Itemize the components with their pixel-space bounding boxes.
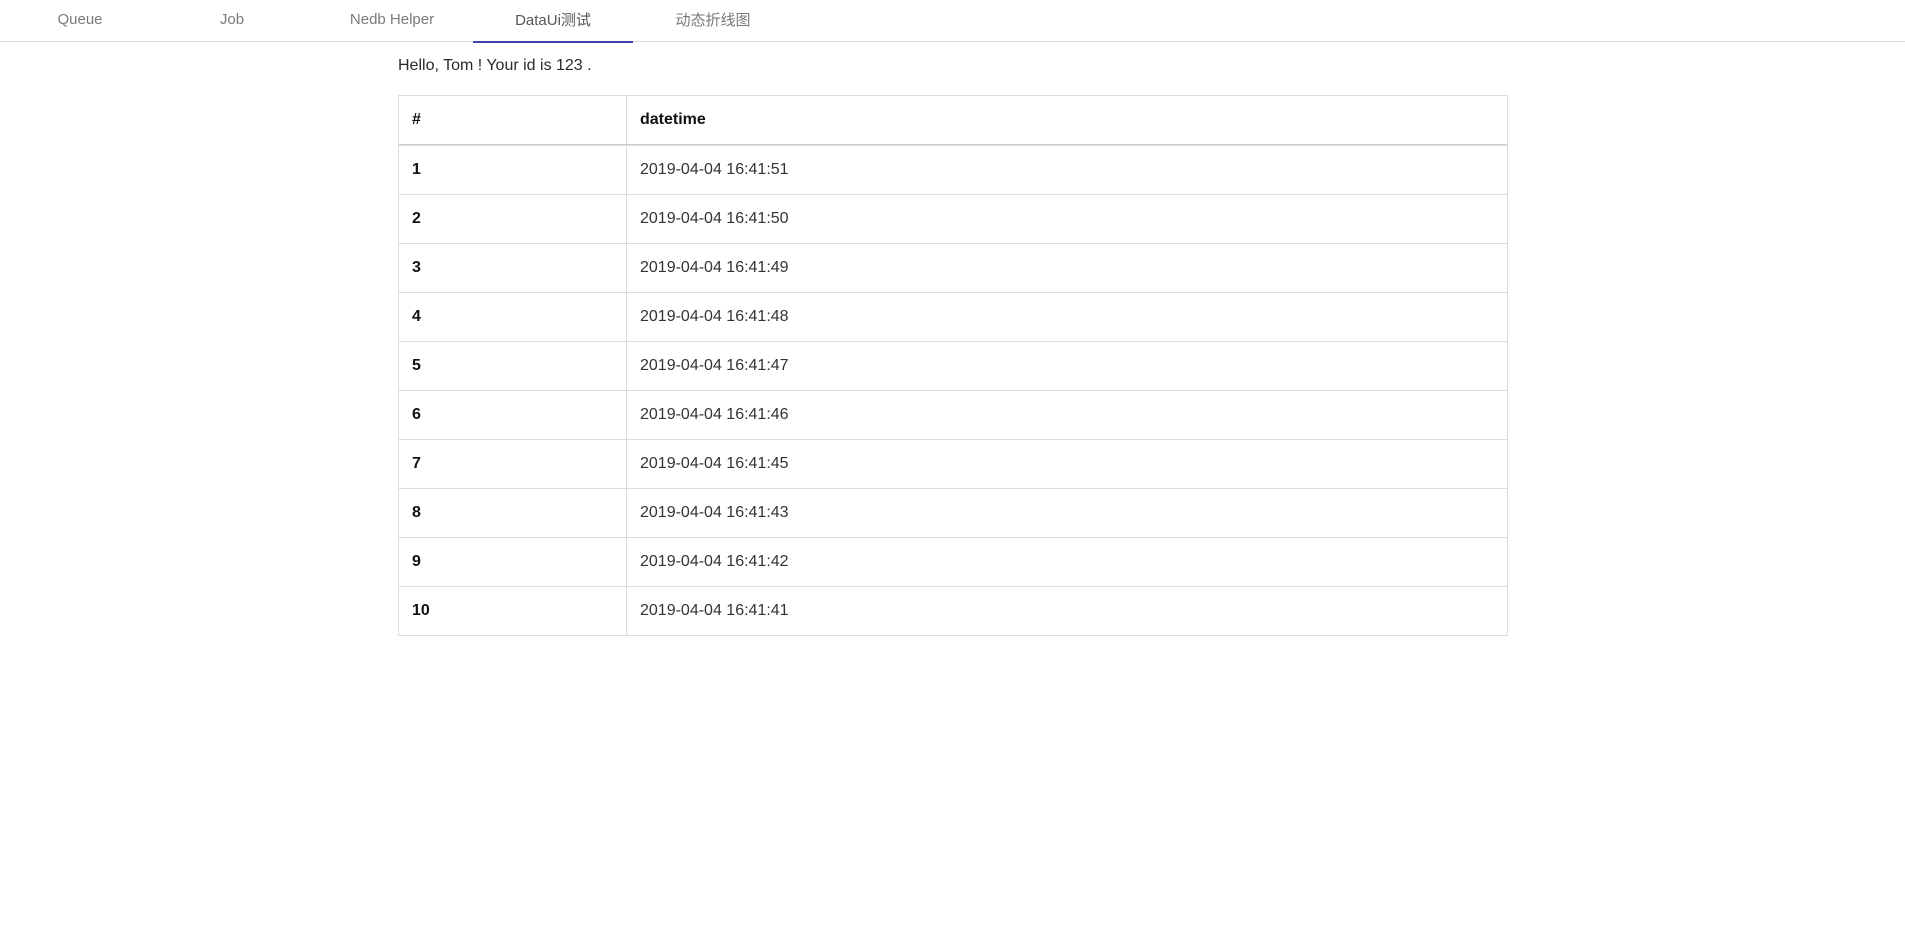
row-index: 6 [399,391,627,439]
tab-dataui-test[interactable]: DataUi测试 [473,0,633,43]
row-index: 2 [399,195,627,243]
row-datetime: 2019-04-04 16:41:43 [640,504,789,521]
row-index: 1 [399,146,627,194]
row-index: 4 [399,293,627,341]
table-row: 3 2019-04-04 16:41:49 [399,243,1507,292]
table-row: 9 2019-04-04 16:41:42 [399,537,1507,586]
tab-dynamic-line-chart[interactable]: 动态折线图 [633,0,793,42]
row-datetime: 2019-04-04 16:41:51 [640,161,789,178]
row-datetime: 2019-04-04 16:41:42 [640,553,789,570]
tab-nedb-helper[interactable]: Nedb Helper [312,0,472,42]
row-datetime: 2019-04-04 16:41:45 [640,455,789,472]
greeting-text: Hello, Tom ! Your id is 123 . [398,57,592,74]
table-row: 6 2019-04-04 16:41:46 [399,390,1507,439]
row-datetime: 2019-04-04 16:41:47 [640,357,789,374]
row-index: 7 [399,440,627,488]
row-datetime: 2019-04-04 16:41:41 [640,602,789,619]
row-index: 10 [399,587,627,635]
table-row: 2 2019-04-04 16:41:50 [399,194,1507,243]
table-header-row: # datetime [399,96,1507,145]
row-index: 5 [399,342,627,390]
datetime-table: # datetime 1 2019-04-04 16:41:51 2 2019-… [398,95,1508,636]
table-row: 5 2019-04-04 16:41:47 [399,341,1507,390]
tab-job[interactable]: Job [152,0,312,42]
tab-bar: Queue Job Nedb Helper DataUi测试 动态折线图 [0,0,1905,43]
row-index: 8 [399,489,627,537]
table-row: 4 2019-04-04 16:41:48 [399,292,1507,341]
table-row: 7 2019-04-04 16:41:45 [399,439,1507,488]
row-index: 3 [399,244,627,292]
header-index: # [399,96,627,144]
header-datetime: datetime [640,111,706,128]
tab-queue[interactable]: Queue [0,0,160,42]
table-row: 10 2019-04-04 16:41:41 [399,586,1507,635]
table-row: 1 2019-04-04 16:41:51 [399,145,1507,194]
row-datetime: 2019-04-04 16:41:49 [640,259,789,276]
row-index: 9 [399,538,627,586]
table-row: 8 2019-04-04 16:41:43 [399,488,1507,537]
row-datetime: 2019-04-04 16:41:46 [640,406,789,423]
row-datetime: 2019-04-04 16:41:48 [640,308,789,325]
row-datetime: 2019-04-04 16:41:50 [640,210,789,227]
